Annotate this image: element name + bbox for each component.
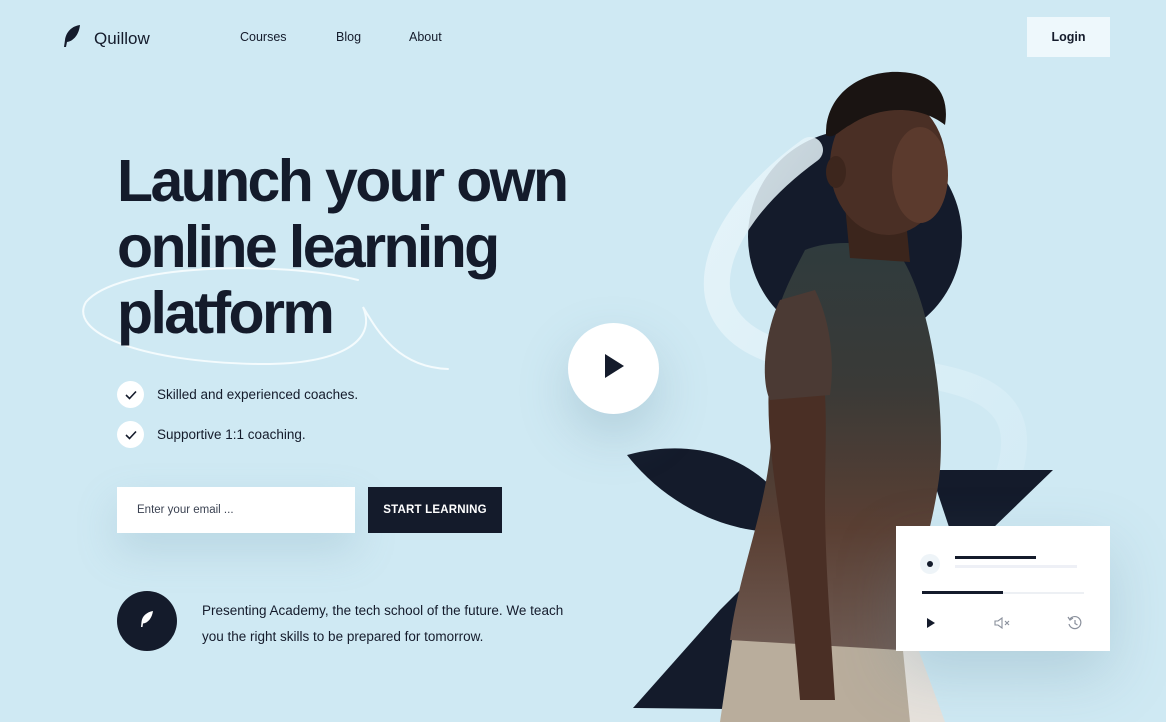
hero-title-line: platform (117, 280, 335, 346)
top-nav: Quillow Courses Blog About Login (0, 0, 1166, 74)
feather-icon (62, 24, 82, 53)
nav-link-about[interactable]: About (409, 30, 442, 44)
login-button[interactable]: Login (1027, 17, 1110, 57)
start-learning-button[interactable]: START LEARNING (368, 487, 502, 533)
progress-track[interactable] (922, 591, 1084, 594)
email-input[interactable] (117, 487, 355, 533)
mute-icon[interactable] (994, 614, 1012, 632)
history-icon[interactable] (1066, 614, 1084, 632)
hero-title-line: Launch your own (117, 148, 569, 214)
play-icon[interactable] (922, 614, 940, 632)
check-icon (117, 381, 144, 408)
feature-item: Skilled and experienced coaches. (117, 381, 358, 408)
nav-links: Courses Blog About (240, 30, 442, 44)
check-icon (117, 421, 144, 448)
record-toggle[interactable] (920, 554, 940, 574)
academy-description: Presenting Academy, the tech school of t… (202, 603, 564, 644)
feature-text: Skilled and experienced coaches. (157, 387, 359, 402)
nav-link-courses[interactable]: Courses (240, 30, 336, 44)
hero-title: Launch your own online learning platform (117, 148, 637, 346)
brand-logo[interactable]: Quillow (62, 24, 150, 53)
feature-list: Skilled and experienced coaches. Support… (117, 381, 358, 461)
video-play-button[interactable] (568, 323, 659, 414)
play-icon (603, 353, 625, 384)
nav-link-blog[interactable]: Blog (336, 30, 409, 44)
feature-item: Supportive 1:1 coaching. (117, 421, 358, 448)
track-title-bar (955, 556, 1036, 559)
feather-icon (139, 610, 155, 633)
brand-name: Quillow (94, 28, 150, 48)
audio-player-card (896, 526, 1110, 651)
academy-badge (117, 591, 177, 651)
hero-title-line: online learning (117, 214, 500, 280)
progress-fill (922, 591, 1003, 594)
feature-text: Supportive 1:1 coaching. (157, 427, 306, 442)
track-subtitle-bar (955, 565, 1077, 568)
